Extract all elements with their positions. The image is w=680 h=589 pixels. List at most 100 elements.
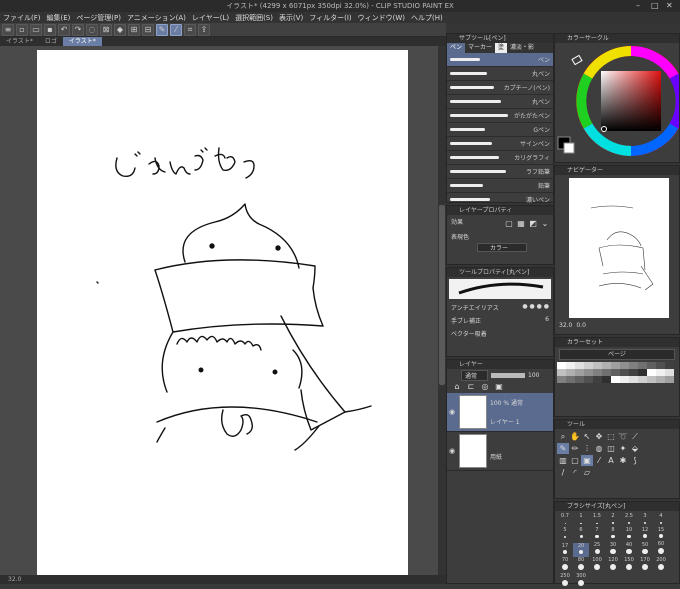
brush-size-option[interactable]: 2 <box>605 513 621 527</box>
subtool-tab-pen[interactable]: ペン <box>447 43 466 53</box>
subtool-tab-shade[interactable]: 濃淡・影 <box>507 43 537 53</box>
frame-icon[interactable]: ▣ <box>581 455 593 466</box>
menu-view[interactable]: 表示(V) <box>276 13 306 23</box>
move-icon[interactable]: ✥ <box>593 431 605 442</box>
color-swatch[interactable] <box>665 369 674 376</box>
correction-value[interactable]: 6 <box>545 316 549 325</box>
brush-item[interactable]: 鉛筆 <box>447 179 553 193</box>
color-swatch[interactable] <box>656 362 665 369</box>
pencil-icon[interactable]: ✏ <box>569 443 581 454</box>
lock-icon[interactable]: ⌂ <box>451 381 463 392</box>
brush-size-option[interactable]: 80 <box>573 557 589 573</box>
brush-size-option[interactable]: 100 <box>589 557 605 573</box>
ruler-icon[interactable]: ⌗ <box>184 23 196 36</box>
color-swatch[interactable] <box>665 376 674 383</box>
color-swatch[interactable] <box>647 369 656 376</box>
loading-icon[interactable]: ◌ <box>86 23 98 36</box>
brush-size-option[interactable]: 12 <box>637 527 653 541</box>
effect-border-icon[interactable]: ▢ <box>503 218 515 229</box>
balloon-icon[interactable]: ✱ <box>617 455 629 466</box>
scrollbar-thumb[interactable] <box>439 205 445 385</box>
figure-icon[interactable]: ▢ <box>569 455 581 466</box>
brush-size-option[interactable]: 20 <box>573 542 589 558</box>
menu-animation[interactable]: アニメーション(A) <box>124 13 189 23</box>
brush-size-option[interactable]: 1 <box>573 513 589 527</box>
brush-item[interactable]: カプチーノ(ペン) <box>447 81 553 95</box>
layer-row-1[interactable]: ◉ 100 % 通常 レイヤー 1 <box>447 393 553 432</box>
select-icon[interactable]: ⬚ <box>605 431 617 442</box>
menu-window[interactable]: ウィンドウ(W) <box>355 13 408 23</box>
color-swatch[interactable] <box>611 376 620 383</box>
color-swatch[interactable] <box>611 362 620 369</box>
brush-item[interactable]: ペン <box>447 53 553 67</box>
fill-icon[interactable]: ⬙ <box>629 443 641 454</box>
brush-size-option[interactable]: 50 <box>637 542 653 558</box>
brush-size-option[interactable]: 250 <box>557 573 573 589</box>
brush-size-option[interactable]: 2.5 <box>621 513 637 527</box>
color-swatch[interactable] <box>575 376 584 383</box>
menu-selection[interactable]: 選択範囲(S) <box>232 13 276 23</box>
clear-icon[interactable]: ⊠ <box>100 23 112 36</box>
color-swatch[interactable] <box>629 376 638 383</box>
layer-row-paper[interactable]: ◉ 用紙 <box>447 432 553 471</box>
menu-layer[interactable]: レイヤー(L) <box>189 13 232 23</box>
correct-line-icon[interactable]: ⟆ <box>629 455 641 466</box>
undo-icon[interactable]: ↶ <box>58 23 70 36</box>
menu-icon[interactable]: ≡ <box>2 23 14 36</box>
deselect-icon[interactable]: ⊟ <box>142 23 154 36</box>
brush-size-option[interactable]: 200 <box>653 557 669 573</box>
new-file-icon[interactable]: ▫ <box>16 23 28 36</box>
color-swatch[interactable] <box>557 362 566 369</box>
maximize-button[interactable]: □ <box>651 0 659 12</box>
brush-item[interactable]: サインペン <box>447 137 553 151</box>
color-swatch[interactable] <box>602 376 611 383</box>
brush-size-option[interactable]: 6 <box>573 527 589 541</box>
color-swatch[interactable] <box>656 376 665 383</box>
anti-alias-options[interactable]: ● ● ● ● <box>522 303 549 312</box>
brush-size-option[interactable]: 150 <box>621 557 637 573</box>
brush-size-option[interactable]: 30 <box>605 542 621 557</box>
brush-size-option[interactable]: 4 <box>653 513 669 527</box>
brush-item[interactable]: がたがたペン <box>447 109 553 123</box>
eraser-icon[interactable]: ◫ <box>605 443 617 454</box>
redo-icon[interactable]: ↷ <box>72 23 84 36</box>
opacity-slider[interactable] <box>491 372 526 378</box>
brush-size-option[interactable]: 1.5 <box>589 513 605 527</box>
brush-size-option[interactable]: 15 <box>653 527 669 541</box>
tab-logo[interactable]: ロゴ <box>39 37 63 46</box>
gradient-icon[interactable]: ▥ <box>557 455 569 466</box>
expression-color-select[interactable]: カラー <box>477 243 527 252</box>
polyline-icon[interactable]: ▱ <box>581 467 593 478</box>
menu-filter[interactable]: フィルター(I) <box>306 13 354 23</box>
color-swatch[interactable] <box>584 362 593 369</box>
color-swatch[interactable] <box>557 376 566 383</box>
effect-more-icon[interactable]: ⌄ <box>539 218 551 229</box>
brush-item[interactable]: ラフ鉛筆 <box>447 165 553 179</box>
effect-color-icon[interactable]: ◩ <box>527 218 539 229</box>
color-swatch[interactable] <box>656 369 665 376</box>
brush-item[interactable]: 丸ペン <box>447 67 553 81</box>
color-swatch[interactable] <box>647 376 656 383</box>
eye-icon[interactable]: ◉ <box>449 408 455 416</box>
save-icon[interactable]: ▪ <box>44 23 56 36</box>
color-swatch[interactable] <box>629 362 638 369</box>
pen-icon[interactable]: ✎ <box>557 443 569 454</box>
effect-tone-icon[interactable]: ▦ <box>515 218 527 229</box>
color-swatch[interactable] <box>665 362 674 369</box>
brush-size-option[interactable]: 10 <box>621 527 637 541</box>
brush-size-option[interactable]: 25 <box>589 542 605 557</box>
color-swatch[interactable] <box>620 362 629 369</box>
brush-item[interactable]: 丸ペン <box>447 95 553 109</box>
color-swatch[interactable] <box>575 369 584 376</box>
color-swatch[interactable] <box>584 369 593 376</box>
brush-size-option[interactable]: 8 <box>605 527 621 541</box>
brush-item[interactable]: カリグラフィ <box>447 151 553 165</box>
color-wheel[interactable] <box>555 43 680 161</box>
share-icon[interactable]: ⇪ <box>198 23 210 36</box>
mask-icon[interactable]: ▣ <box>493 381 505 392</box>
eyedropper-icon[interactable]: ⟋ <box>629 431 641 442</box>
drawing-canvas[interactable] <box>37 50 408 575</box>
fill-icon[interactable]: ◆ <box>114 23 126 36</box>
menu-file[interactable]: ファイル(F) <box>0 13 44 23</box>
navigator-angle[interactable]: 0.0 <box>576 322 586 329</box>
